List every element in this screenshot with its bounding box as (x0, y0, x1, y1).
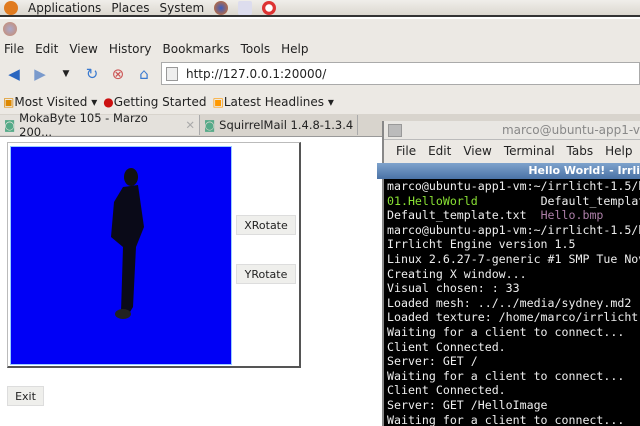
top-panel: Applications Places System (0, 0, 640, 17)
character-model (111, 168, 144, 319)
xrotate-button[interactable]: XRotate (236, 215, 296, 235)
terminal-window: marco@ubuntu-app1-v File Edit View Termi… (377, 121, 640, 426)
tab-mokabyte[interactable]: ◙ MokaByte 105 - Marzo 200... ✕ (0, 111, 200, 139)
page-icon: ◙ (4, 118, 16, 132)
menu-system[interactable]: System (159, 1, 204, 15)
reload-icon[interactable]: ↻ (83, 65, 101, 83)
terminal-titlebar[interactable]: marco@ubuntu-app1-v (384, 121, 640, 140)
firefox-titlebar (0, 19, 640, 39)
close-tab-icon[interactable]: ✕ (185, 118, 195, 132)
terminal-icon (388, 124, 402, 137)
forward-icon[interactable]: ▶ (31, 65, 49, 83)
yrotate-button[interactable]: YRotate (236, 264, 296, 284)
getting-started-icon: ● (103, 94, 114, 109)
terminal-menu-file[interactable]: File (396, 144, 416, 158)
menu-places[interactable]: Places (111, 1, 149, 15)
menu-applications[interactable]: Applications (28, 1, 101, 15)
ubuntu-logo-icon[interactable] (4, 0, 18, 15)
3d-viewport[interactable] (10, 146, 232, 365)
exit-button[interactable]: Exit (7, 386, 44, 406)
folder-icon: ▣ (3, 94, 15, 109)
bookmark-latest-headlines[interactable]: ▣Latest Headlines ▾ (213, 95, 334, 109)
navigation-toolbar: ◀ ▶ ▼ ↻ ⊗ ⌂ http://127.0.0.1:20000/ (0, 59, 640, 89)
terminal-menubar: File Edit View Terminal Tabs Help (384, 140, 640, 162)
menu-history[interactable]: History (109, 42, 152, 56)
history-dropdown-icon[interactable]: ▼ (57, 66, 75, 82)
terminal-menu-edit[interactable]: Edit (428, 144, 451, 158)
terminal-output[interactable]: marco@ubuntu-app1-vm:~/irrlicht-1.5/b 01.… (384, 179, 640, 426)
page-icon (166, 66, 178, 81)
terminal-menu-help[interactable]: Help (605, 144, 632, 158)
terminal-menu-tabs[interactable]: Tabs (567, 144, 594, 158)
terminal-menu-terminal[interactable]: Terminal (504, 144, 555, 158)
menu-edit[interactable]: Edit (35, 42, 58, 56)
url-bar[interactable]: http://127.0.0.1:20000/ (161, 62, 640, 85)
terminal-menu-view[interactable]: View (463, 144, 491, 158)
firefox-launcher-icon[interactable] (214, 0, 229, 15)
firefox-icon (3, 22, 17, 36)
home-icon[interactable]: ⌂ (135, 65, 153, 83)
stop-icon[interactable]: ⊗ (109, 65, 127, 83)
mail-launcher-icon[interactable] (238, 0, 253, 15)
menu-view[interactable]: View (69, 42, 97, 56)
hello-world-window-titlebar[interactable]: Hello World! - Irrli (377, 163, 640, 179)
bookmark-most-visited[interactable]: ▣Most Visited ▾ (3, 95, 97, 109)
menu-file[interactable]: File (4, 42, 24, 56)
url-text: http://127.0.0.1:20000/ (186, 66, 327, 81)
menu-tools[interactable]: Tools (241, 42, 271, 56)
back-icon[interactable]: ◀ (5, 65, 23, 83)
rss-icon: ▣ (212, 94, 224, 109)
menu-help[interactable]: Help (281, 42, 308, 56)
firefox-menubar: File Edit View History Bookmarks Tools H… (0, 39, 640, 59)
help-launcher-icon[interactable] (262, 0, 277, 15)
bookmark-getting-started[interactable]: ●Getting Started (103, 95, 206, 109)
tab-squirrelmail[interactable]: ◙ SquirrelMail 1.4.8-1.3.4 (200, 115, 359, 135)
page-icon: ◙ (204, 118, 216, 132)
menu-bookmarks[interactable]: Bookmarks (163, 42, 230, 56)
